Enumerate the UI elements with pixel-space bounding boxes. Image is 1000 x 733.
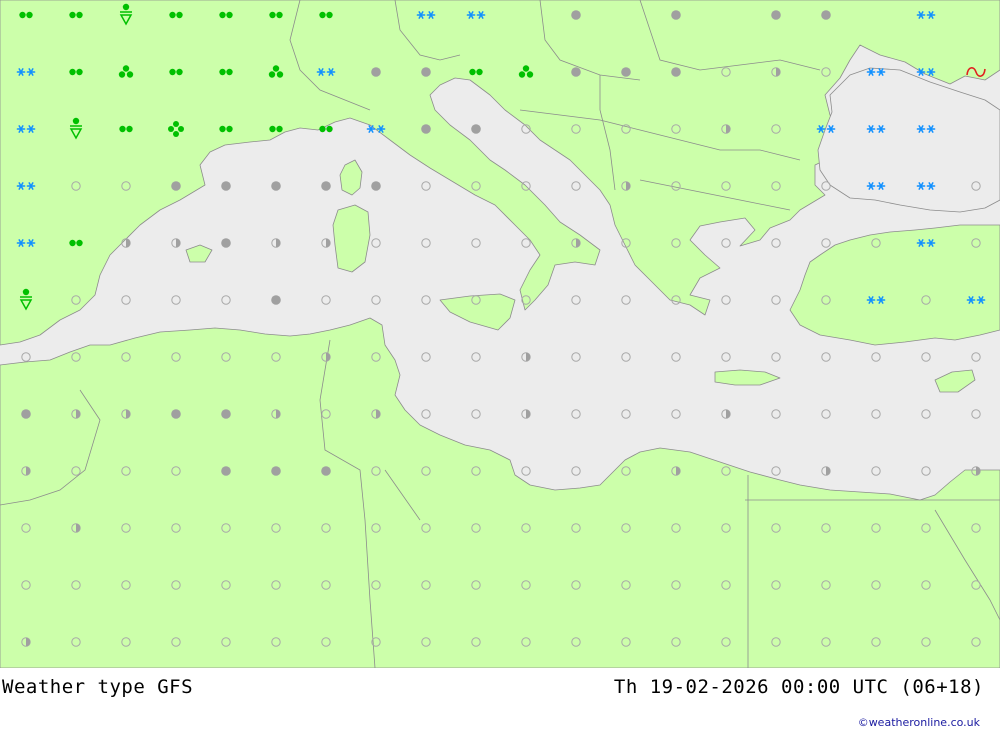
overcast-icon <box>371 67 381 77</box>
overcast-icon <box>671 10 681 20</box>
overcast-icon <box>171 409 181 419</box>
overcast-icon <box>671 67 681 77</box>
overcast-icon <box>371 181 381 191</box>
overcast-icon <box>571 67 581 77</box>
overcast-icon <box>321 466 331 476</box>
overcast-icon <box>271 181 281 191</box>
overcast-icon <box>221 181 231 191</box>
overcast-icon <box>271 466 281 476</box>
credit-link[interactable]: ©weatheronline.co.uk <box>858 716 980 729</box>
map-canvas <box>0 0 1000 668</box>
overcast-icon <box>621 67 631 77</box>
overcast-icon <box>271 295 281 305</box>
overcast-icon <box>571 10 581 20</box>
overcast-icon <box>421 67 431 77</box>
overcast-icon <box>471 124 481 134</box>
overcast-icon <box>821 10 831 20</box>
overcast-icon <box>221 409 231 419</box>
overcast-icon <box>321 181 331 191</box>
overcast-icon <box>221 238 231 248</box>
map-title: Weather type GFS <box>2 676 194 698</box>
overcast-icon <box>421 124 431 134</box>
overcast-icon <box>771 10 781 20</box>
overcast-icon <box>21 409 31 419</box>
overcast-icon <box>221 466 231 476</box>
weather-map <box>0 0 1000 668</box>
map-datetime: Th 19-02-2026 00:00 UTC (06+18) <box>613 676 984 698</box>
overcast-icon <box>171 181 181 191</box>
sardinia <box>332 204 371 273</box>
